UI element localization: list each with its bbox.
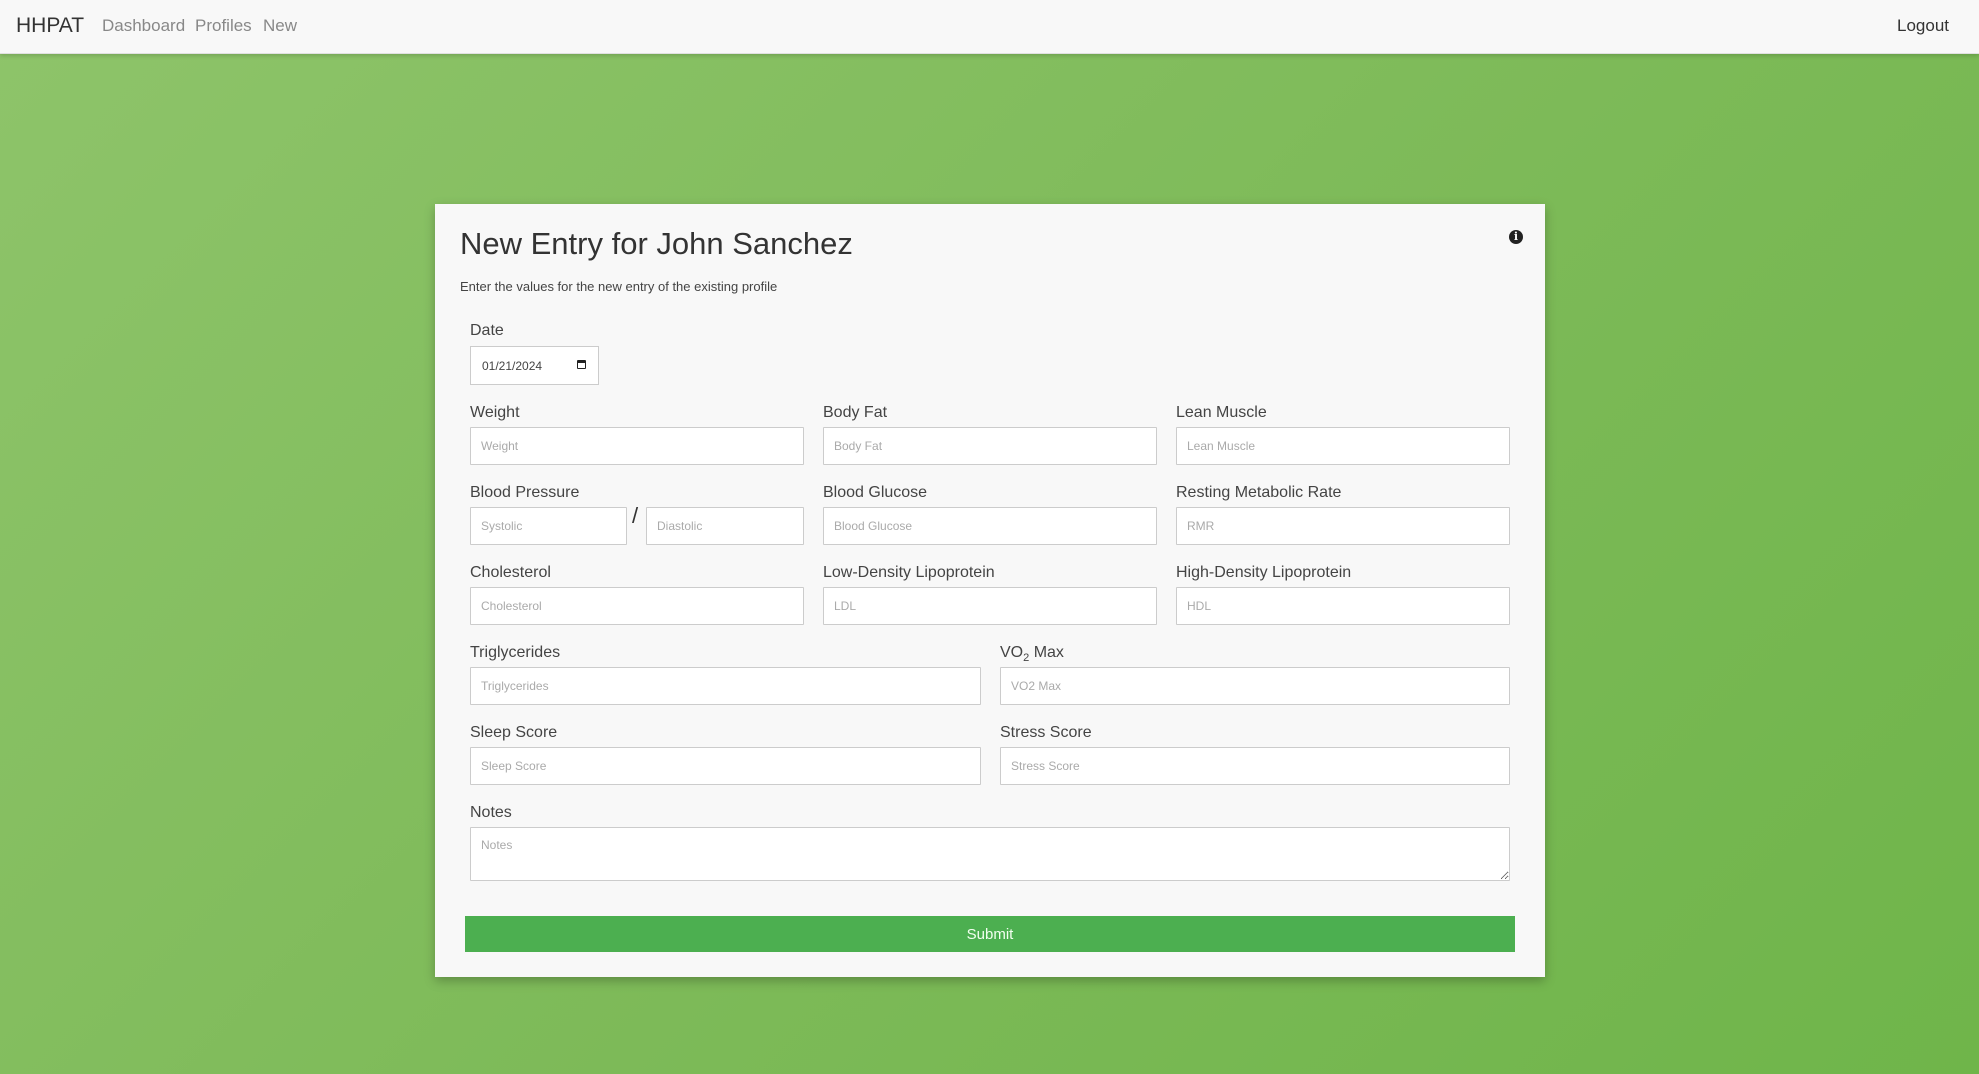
date-input[interactable]: 01/21/2024	[470, 346, 599, 385]
stress-score-input[interactable]	[1000, 747, 1510, 785]
triglycerides-input[interactable]	[470, 667, 981, 705]
rmr-label: Resting Metabolic Rate	[1176, 484, 1342, 501]
weight-input[interactable]	[470, 427, 804, 465]
vo2-max-input[interactable]	[1000, 667, 1510, 705]
calendar-icon[interactable]	[577, 360, 586, 369]
hdl-input[interactable]	[1176, 587, 1510, 625]
blood-glucose-label: Blood Glucose	[823, 484, 928, 501]
navbar: HHPAT Dashboard Profiles New Logout	[0, 0, 1979, 54]
notes-label: Notes	[470, 804, 512, 821]
nav-new-link[interactable]: New	[263, 16, 297, 36]
blood-pressure-label: Blood Pressure	[470, 484, 580, 501]
date-value: 01/21/2024	[482, 359, 543, 373]
hdl-label: High-Density Lipoprotein	[1176, 564, 1352, 581]
sleep-score-label: Sleep Score	[470, 724, 558, 741]
notes-textarea[interactable]	[470, 827, 1510, 881]
lean-muscle-label: Lean Muscle	[1176, 404, 1267, 421]
body-fat-input[interactable]	[823, 427, 1157, 465]
rmr-input[interactable]	[1176, 507, 1510, 545]
diastolic-input[interactable]	[646, 507, 804, 545]
ldl-input[interactable]	[823, 587, 1157, 625]
page-title: New Entry for John Sanchez	[460, 226, 853, 261]
blood-glucose-input[interactable]	[823, 507, 1157, 545]
info-circle-icon[interactable]: i	[1509, 230, 1523, 244]
triglycerides-label: Triglycerides	[470, 644, 561, 661]
blood-pressure-separator: /	[632, 503, 639, 528]
date-label: Date	[470, 322, 504, 339]
systolic-input[interactable]	[470, 507, 627, 545]
sleep-score-input[interactable]	[470, 747, 981, 785]
lean-muscle-input[interactable]	[1176, 427, 1510, 465]
cholesterol-label: Cholesterol	[470, 564, 551, 581]
cholesterol-input[interactable]	[470, 587, 804, 625]
stress-score-label: Stress Score	[1000, 724, 1092, 741]
weight-label: Weight	[470, 404, 520, 421]
nav-dashboard-link[interactable]: Dashboard	[102, 16, 185, 36]
logout-link[interactable]: Logout	[1897, 16, 1949, 36]
new-entry-card: i New Entry for John Sanchez Enter the v…	[435, 204, 1545, 977]
vo2-max-label: VO2 Max	[1000, 644, 1064, 665]
ldl-label: Low-Density Lipoprotein	[823, 564, 995, 581]
brand-logo[interactable]: HHPAT	[16, 14, 84, 38]
submit-button[interactable]: Submit	[465, 916, 1515, 952]
page-subtitle: Enter the values for the new entry of th…	[460, 279, 778, 294]
body-fat-label: Body Fat	[823, 404, 888, 421]
nav-profiles-link[interactable]: Profiles	[195, 16, 252, 36]
